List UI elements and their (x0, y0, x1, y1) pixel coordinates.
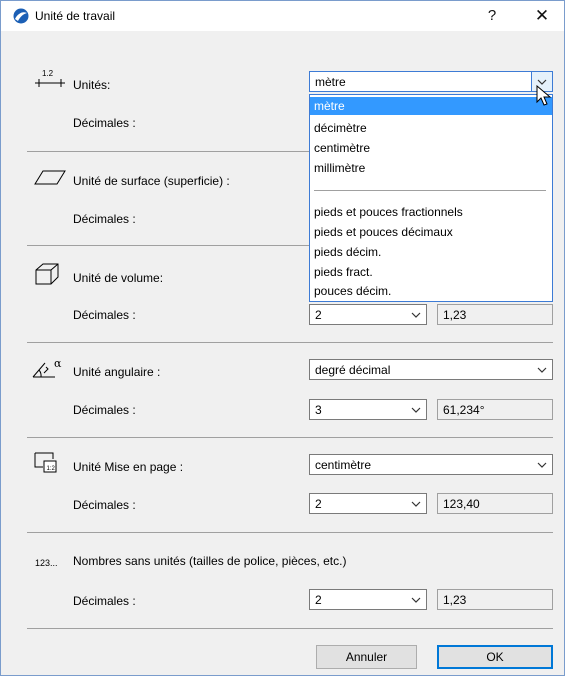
dropdown-option-decimal-inches[interactable]: pouces décim. (314, 284, 391, 298)
svg-text:1.2: 1.2 (42, 69, 54, 78)
angle-decimals-select[interactable]: 3 (309, 399, 427, 420)
dropdown-option-feet-inches-fractional[interactable]: pieds et pouces fractionnels (314, 205, 463, 219)
volume-decimals-value: 2 (315, 308, 322, 322)
dropdown-option-label: mètre (314, 99, 345, 113)
unitless-preview-value: 1,23 (443, 593, 467, 607)
angle-unit-value: degré décimal (315, 363, 391, 377)
volume-preview-value: 1,23 (443, 308, 467, 322)
layout-decimals-label: Décimales : (73, 498, 136, 512)
dropdown-option-metre[interactable]: mètre (310, 97, 552, 115)
help-button[interactable]: ? (477, 5, 507, 27)
unitless-label: Nombres sans unités (tailles de police, … (73, 554, 347, 568)
svg-text:α: α (54, 357, 62, 370)
chevron-down-icon (411, 501, 421, 507)
layout-decimals-value: 2 (315, 497, 322, 511)
separator (27, 437, 553, 438)
layout-preview-value: 123,40 (443, 497, 480, 511)
dropdown-separator (314, 190, 546, 191)
dropdown-option-feet-inches-decimal[interactable]: pieds et pouces décimaux (314, 225, 453, 239)
units-dropdown-list: mètre décimètre centimètre millimètre pi… (309, 94, 553, 302)
svg-text:1:2: 1:2 (47, 466, 56, 472)
volume-decimals-select[interactable]: 2 (309, 304, 427, 325)
units-select[interactable]: mètre (309, 71, 553, 92)
separator (27, 628, 553, 629)
chevron-down-icon (411, 312, 421, 318)
cancel-button[interactable]: Annuler (316, 645, 417, 669)
chevron-down-icon (537, 367, 547, 373)
layout-label: Unité Mise en page : (73, 460, 184, 474)
angle-decimals-label: Décimales : (73, 403, 136, 417)
units-select-value: mètre (315, 75, 346, 89)
parallelogram-icon (34, 170, 66, 185)
work-units-dialog: Unité de travail ? ✕ 1.2 Unités: mètre D… (0, 0, 565, 676)
angle-label: Unité angulaire : (73, 365, 161, 379)
layout-preview: 123,40 (437, 493, 553, 514)
angle-alpha-icon: α (32, 357, 62, 378)
unitless-decimals-label: Décimales : (73, 594, 136, 608)
unitless-numbers-icon: 123... (35, 558, 58, 568)
volume-preview: 1,23 (437, 304, 553, 325)
volume-decimals-label: Décimales : (73, 308, 136, 322)
angle-unit-select[interactable]: degré décimal (309, 359, 553, 380)
volume-label: Unité de volume: (73, 271, 164, 285)
angle-decimals-value: 3 (315, 403, 322, 417)
layout-page-icon: 1:2 (34, 452, 57, 473)
cube-icon (35, 263, 59, 285)
ok-button[interactable]: OK (437, 645, 553, 669)
unitless-preview: 1,23 (437, 589, 553, 610)
ruler-1.2-icon: 1.2 (35, 69, 65, 87)
surface-decimals-label: Décimales : (73, 212, 136, 226)
app-logo-icon (13, 8, 29, 24)
dropdown-option-millimetre[interactable]: millimètre (314, 161, 365, 175)
unitless-decimals-value: 2 (315, 593, 322, 607)
separator (27, 342, 553, 343)
title-bar: Unité de travail ? ✕ (1, 1, 564, 31)
layout-unit-select[interactable]: centimètre (309, 454, 553, 475)
chevron-down-icon (537, 462, 547, 468)
unitless-decimals-select[interactable]: 2 (309, 589, 427, 610)
chevron-down-icon (411, 407, 421, 413)
angle-preview-value: 61,234° (443, 403, 485, 417)
mouse-cursor-icon (536, 85, 552, 106)
layout-unit-value: centimètre (315, 458, 372, 472)
dropdown-option-decimetre[interactable]: décimètre (314, 121, 367, 135)
close-button[interactable]: ✕ (527, 5, 557, 27)
layout-decimals-select[interactable]: 2 (309, 493, 427, 514)
chevron-down-icon (411, 597, 421, 603)
dropdown-option-fractional-feet[interactable]: pieds fract. (314, 265, 373, 279)
units-decimals-label: Décimales : (73, 116, 136, 130)
separator (27, 532, 553, 533)
dropdown-option-decimal-feet[interactable]: pieds décim. (314, 245, 381, 259)
angle-preview: 61,234° (437, 399, 553, 420)
surface-label: Unité de surface (superficie) : (73, 174, 230, 188)
units-label: Unités: (73, 78, 111, 92)
dropdown-option-centimetre[interactable]: centimètre (314, 141, 370, 155)
dialog-title: Unité de travail (35, 9, 116, 23)
